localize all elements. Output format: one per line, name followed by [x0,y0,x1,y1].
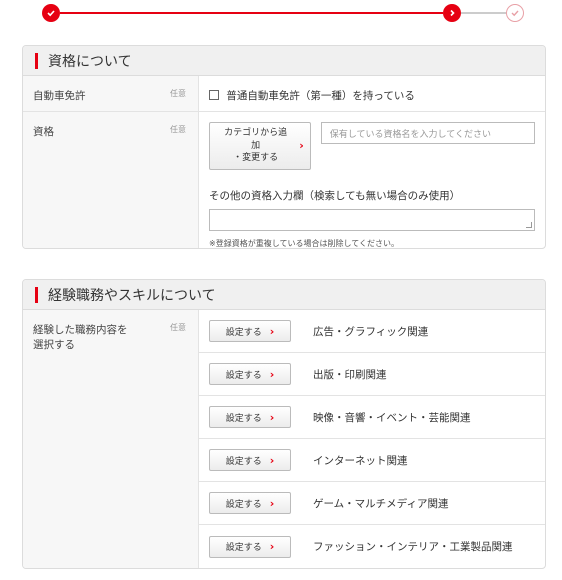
job-row: 設定する › 出版・印刷関連 [199,353,545,396]
job-row: 設定する › ゲーム・マルチメディア関連 [199,482,545,525]
add-category-button-line2: ・変更する [233,153,279,164]
set-job-button-label: 設定する [225,499,262,510]
set-job-button[interactable]: 設定する › [209,363,291,385]
other-qualification-textarea[interactable] [209,208,535,231]
set-job-button[interactable]: 設定する › [209,535,291,558]
section-title: 資格について [48,53,132,70]
step-current [443,4,461,22]
license-label: 自動車免許 [33,90,86,102]
qualification-search-input[interactable]: 保有している資格名を入力してください [320,122,535,144]
set-job-button-label: 設定する [225,456,262,467]
job-row: 設定する › 映像・音響・イベント・芸能関連 [199,396,545,439]
set-job-button-label: 設定する [225,370,262,381]
license-checkbox[interactable] [209,90,219,100]
other-qualification-label: その他の資格入力欄（検索しても無い場合のみ使用） [209,189,461,202]
qualification-label-cell: 資格 任意 [23,112,199,248]
step-line-inactive [461,12,506,14]
chevron-right-icon: › [269,324,275,338]
job-name: ファッション・インテリア・工業製品関連 [313,541,513,553]
section-title: 経験職務やスキルについて [48,287,216,304]
set-job-button-label: 設定する [225,413,262,424]
job-row: 設定する › 広告・グラフィック関連 [199,310,545,353]
set-job-button[interactable]: 設定する › [209,320,291,342]
chevron-right-icon: › [299,139,304,153]
job-row: 設定する › ファッション・インテリア・工業製品関連 [199,525,545,568]
qualification-body: カテゴリから追加 ・変更する › 保有している資格名を入力してください その他の… [199,112,545,248]
qualification-label: 資格 [33,126,54,138]
set-job-button-label: 設定する [225,327,262,338]
qualifications-section: 資格について 自動車免許 任意 普通自動車免許（第一種）を持っている 資格 任意… [22,45,546,249]
skills-section: 経験職務やスキルについて 経験した職務内容を 選択する 任意 設定する › 広告・… [22,279,546,569]
accent-bar [35,52,38,69]
chevron-right-icon: › [269,367,275,381]
chevron-right-icon: › [269,453,275,467]
skills-label-line1: 経験した職務内容を [33,324,128,336]
accent-bar [35,286,38,303]
add-category-button-line1: カテゴリから追加 [224,128,288,151]
chevron-right-icon: › [269,410,275,424]
check-icon [47,10,55,17]
optional-badge: 任意 [170,323,186,332]
license-checkbox-label[interactable]: 普通自動車免許（第一種）を持っている [226,90,414,102]
step-pending [506,4,524,22]
section-header: 経験職務やスキルについて [23,280,545,310]
job-list: 設定する › 広告・グラフィック関連 設定する › 出版・印刷関連 設定する › 映像… [199,310,545,568]
check-circle-icon [511,10,519,17]
chevron-right-icon: › [269,496,275,510]
set-job-button[interactable]: 設定する › [209,406,291,428]
job-row: 設定する › インターネット関連 [199,439,545,482]
add-category-button[interactable]: カテゴリから追加 ・変更する › [209,122,311,170]
skills-label-cell: 経験した職務内容を 選択する 任意 [23,310,199,568]
optional-badge: 任意 [170,89,186,98]
chevron-right-icon [450,9,455,17]
step-line-active [60,12,443,14]
license-body: 普通自動車免許（第一種）を持っている [199,76,545,111]
license-row: 自動車免許 任意 普通自動車免許（第一種）を持っている [23,76,545,112]
job-name: 広告・グラフィック関連 [313,325,429,338]
duplicate-note: ※登録資格が重複している場合は削除してください。 [209,238,399,248]
skills-label-line2: 選択する [33,339,75,351]
skills-row: 経験した職務内容を 選択する 任意 設定する › 広告・グラフィック関連 設定する… [23,310,545,568]
license-label-cell: 自動車免許 任意 [23,76,199,111]
set-job-button[interactable]: 設定する › [209,449,291,471]
progress-stepper [0,0,562,30]
section-header: 資格について [23,46,545,76]
set-job-button[interactable]: 設定する › [209,492,291,514]
set-job-button-label: 設定する [225,543,262,553]
qualification-row: 資格 任意 カテゴリから追加 ・変更する › 保有している資格名を入力してくださ… [23,112,545,248]
chevron-right-icon: › [269,540,275,553]
resize-handle-icon[interactable] [526,221,532,228]
job-name: 映像・音響・イベント・芸能関連 [313,411,471,424]
optional-badge: 任意 [170,125,186,134]
job-name: インターネット関連 [313,454,408,467]
job-name: 出版・印刷関連 [313,368,387,381]
job-name: ゲーム・マルチメディア関連 [313,497,449,510]
step-complete [42,4,60,22]
